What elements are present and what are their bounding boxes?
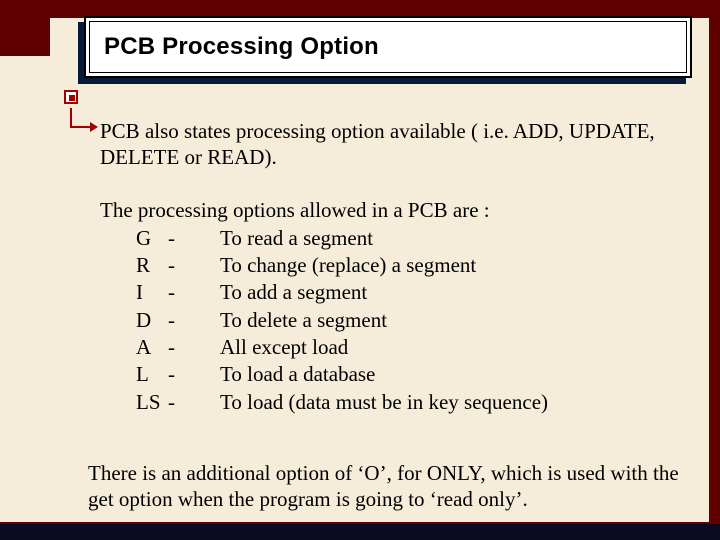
body-text: PCB also states processing option availa… [100,118,690,416]
connector-v [70,108,72,128]
option-code: R [136,252,168,279]
option-desc: To add a segment [220,279,367,306]
connector-h [70,126,92,128]
option-row: A-All except load [136,334,690,361]
options-lead: The processing options allowed in a PCB … [100,197,690,223]
option-code: I [136,279,168,306]
option-dash: - [168,252,220,279]
options-list: G-To read a segmentR-To change (replace)… [100,225,690,416]
option-row: R-To change (replace) a segment [136,252,690,279]
title-banner: PCB Processing Option [84,16,692,90]
option-row: LS-To load (data must be in key sequence… [136,389,690,416]
option-code: LS [136,389,168,416]
option-dash: - [168,361,220,388]
option-code: A [136,334,168,361]
bullet-icon [62,88,80,106]
page-title: PCB Processing Option [104,33,379,61]
option-code: L [136,361,168,388]
title-inner: PCB Processing Option [89,21,687,73]
option-row: D-To delete a segment [136,307,690,334]
option-dash: - [168,307,220,334]
slide: PCB Processing Option PCB also states pr… [0,0,720,540]
option-desc: To load (data must be in key sequence) [220,389,548,416]
option-desc: To change (replace) a segment [220,252,476,279]
arrow-right-icon [90,122,98,132]
canvas: PCB Processing Option PCB also states pr… [0,0,720,540]
option-desc: To delete a segment [220,307,387,334]
option-row: L-To load a database [136,361,690,388]
title-box: PCB Processing Option [84,16,692,78]
closing-paragraph: There is an additional option of ‘O’, fo… [88,460,692,513]
option-code: D [136,307,168,334]
option-dash: - [168,225,220,252]
footer-bar [0,524,720,540]
intro-paragraph: PCB also states processing option availa… [100,118,690,171]
option-desc: To load a database [220,361,375,388]
option-dash: - [168,389,220,416]
option-row: I-To add a segment [136,279,690,306]
option-desc: All except load [220,334,348,361]
option-desc: To read a segment [220,225,373,252]
option-dash: - [168,334,220,361]
option-row: G-To read a segment [136,225,690,252]
option-dash: - [168,279,220,306]
option-code: G [136,225,168,252]
content-bg-left [0,56,60,522]
